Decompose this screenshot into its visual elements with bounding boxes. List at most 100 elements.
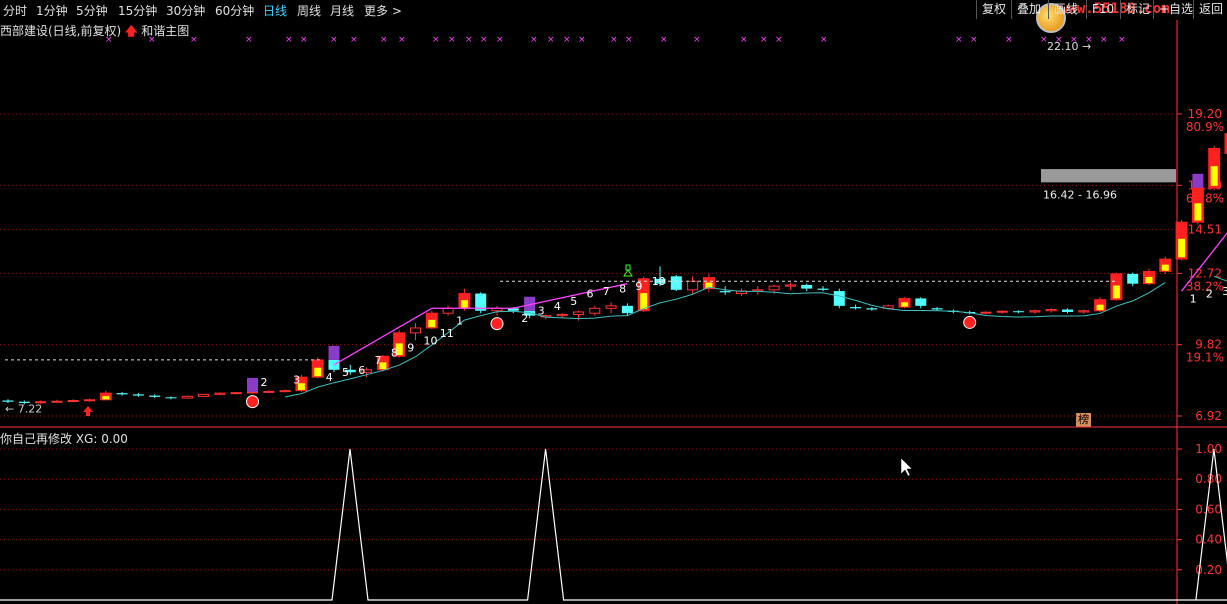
candle-10	[165, 396, 177, 400]
step-label-7: 9	[407, 342, 414, 355]
candle-core-26	[428, 319, 436, 328]
step-label-15: 6	[587, 288, 594, 301]
candle-52	[850, 304, 862, 310]
candle-65	[1062, 308, 1073, 314]
candle-core-70	[1145, 276, 1153, 284]
step-label-18: 9	[635, 280, 642, 293]
step-label-21: 2	[1206, 288, 1213, 301]
candle-8	[132, 393, 144, 397]
candle-43	[702, 273, 715, 293]
pct-tick-4: 19.1%	[1186, 351, 1224, 365]
candle-73	[1191, 185, 1204, 225]
candle-53	[866, 307, 878, 311]
candle-body-41	[670, 276, 682, 290]
candle-68	[1110, 272, 1123, 301]
step-label-4: 6	[358, 364, 365, 377]
candle-body-64	[1045, 309, 1057, 312]
signal-x-mark-22: ×	[693, 35, 701, 45]
period-tab-5[interactable]: 60分钟	[215, 2, 254, 19]
candle-51	[833, 288, 845, 309]
pct-tick-1: 61.8%	[1186, 191, 1224, 205]
candle-body-66	[1078, 310, 1090, 313]
candle-core-19	[314, 367, 322, 377]
step-label-11: 2	[521, 312, 528, 325]
signal-x-mark-25: ×	[775, 35, 783, 45]
step-label-8: 10	[424, 334, 438, 347]
candle-body-4	[67, 400, 79, 403]
toolbar-button-4[interactable]: 标记	[1120, 0, 1155, 19]
signal-x-mark-17: ×	[563, 35, 571, 45]
candle-61	[996, 310, 1008, 314]
candle-13	[214, 392, 226, 396]
candle-28	[458, 288, 471, 311]
candle-core-74	[1210, 166, 1218, 186]
toolbar-button-5[interactable]: +自选	[1153, 0, 1198, 19]
candle-core-39	[640, 293, 648, 310]
period-tab-8[interactable]: 月线	[330, 2, 354, 19]
step-label-13: 4	[554, 300, 561, 313]
signal-x-mark-5: ×	[300, 35, 308, 45]
low-price-label: ← 7.22	[5, 403, 42, 416]
candle-5	[84, 398, 95, 402]
signal-x-mark-9: ×	[398, 35, 406, 45]
ind-tick-3: 0.40	[1195, 533, 1222, 547]
step-label-0: 2	[261, 376, 268, 389]
candle-core-6	[102, 396, 110, 400]
price-chart[interactable]: 19.2080.9%16.3061.8%14.5112.7238.2%9.821…	[0, 0, 1227, 604]
candle-body-0	[2, 400, 14, 402]
signal-x-mark-7: ×	[350, 35, 358, 45]
candle-body-15	[247, 391, 258, 394]
step-label-16: 7	[603, 285, 610, 298]
candle-body-53	[866, 308, 878, 310]
period-tab-4[interactable]: 30分钟	[166, 2, 205, 19]
candle-body-65	[1062, 309, 1073, 312]
period-tab-2[interactable]: 5分钟	[76, 2, 108, 19]
candle-71	[1159, 256, 1172, 274]
toolbar-button-0[interactable]: 复权	[976, 0, 1011, 19]
toolbar-button-3[interactable]: F10	[1086, 0, 1119, 19]
candle-body-14	[230, 392, 242, 395]
period-tab-3[interactable]: 15分钟	[118, 2, 157, 19]
signal-x-mark-31: ×	[1055, 35, 1063, 45]
step-label-12: 3	[538, 305, 545, 318]
candle-body-38	[621, 305, 633, 314]
toolbar-button-1[interactable]: 叠加	[1011, 0, 1046, 19]
toolbar-button-6[interactable]: 返回	[1193, 0, 1227, 19]
step-label-17: 8	[619, 283, 626, 296]
period-tab-9[interactable]: 更多 >	[364, 2, 402, 19]
period-tab-1[interactable]: 1分钟	[36, 2, 68, 19]
candle-29	[475, 292, 487, 314]
signal-ball-icon-2	[963, 315, 977, 329]
candle-67	[1094, 297, 1107, 312]
candle-74	[1208, 145, 1221, 191]
price-tick-5: 6.92	[1195, 409, 1222, 423]
candle-70	[1143, 268, 1155, 285]
candle-body-51	[833, 291, 845, 306]
signal-x-mark-13: ×	[480, 35, 488, 45]
toolbar-button-2[interactable]: 画线	[1048, 0, 1083, 19]
candle-45	[736, 288, 747, 296]
signal-x-mark-4: ×	[285, 35, 293, 45]
candle-46	[752, 286, 764, 295]
candle-36	[589, 305, 601, 316]
pct-tick-0: 80.9%	[1186, 120, 1224, 134]
signal-x-mark-30: ×	[1040, 35, 1048, 45]
candle-37	[605, 302, 617, 314]
period-tab-7[interactable]: 周线	[297, 2, 321, 19]
period-tab-6[interactable]: 日线	[263, 2, 287, 19]
candle-core-72	[1178, 238, 1186, 258]
signal-x-mark-10: ×	[432, 35, 440, 45]
candle-body-20	[328, 359, 340, 370]
signal-x-mark-18: ×	[578, 35, 586, 45]
signal-x-mark-34: ×	[1100, 35, 1108, 45]
xg-indicator-line	[0, 448, 1227, 601]
candle-6	[99, 390, 112, 401]
period-tab-0[interactable]: 分时	[3, 2, 27, 19]
signal-x-mark-19: ×	[610, 35, 618, 45]
signal-x-mark-29: ×	[1005, 35, 1013, 45]
candle-26	[425, 310, 438, 330]
candle-56	[915, 297, 927, 309]
signal-x-mark-11: ×	[448, 35, 456, 45]
candle-body-61	[996, 310, 1008, 313]
candle-body-62	[1013, 311, 1025, 313]
